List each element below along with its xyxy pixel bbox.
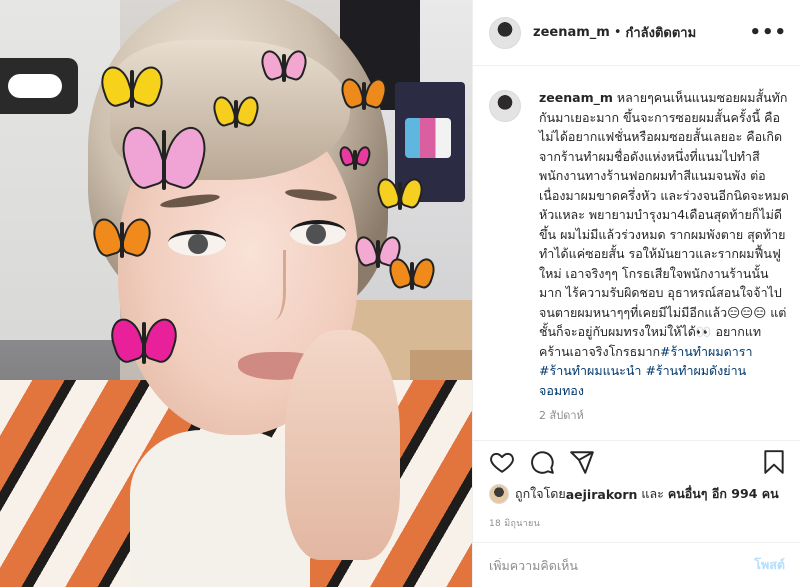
- comment-input[interactable]: [489, 557, 755, 573]
- comment-form: โพสต์: [473, 542, 800, 587]
- caption-text: zeenam_m หลายๆคนเห็นแนมซอยผมสั้นทักกันมา…: [539, 88, 789, 400]
- caption-author-avatar[interactable]: [489, 90, 521, 122]
- person-nose: [256, 250, 286, 320]
- heart-icon[interactable]: [489, 449, 515, 475]
- caption-body: หลายๆคนเห็นแนมซอยผมสั้นทักกันมาเยอะมาก ข…: [539, 90, 789, 359]
- action-bar: [473, 440, 800, 484]
- caption-section: zeenam_m หลายๆคนเห็นแนมซอยผมสั้นทักกันมา…: [473, 82, 800, 432]
- post-date[interactable]: 18 มิถุนายน: [489, 516, 540, 530]
- likes-summary: ถูกใจโดย aejirakorn และ คนอื่นๆ อีก 994 …: [489, 484, 779, 504]
- butterfly-sticker: [337, 144, 373, 172]
- hashtag-link[interactable]: #ร้านทำผมแนะนำ: [539, 363, 641, 378]
- butterfly-sticker: [105, 314, 183, 368]
- butterfly-sticker: [385, 255, 439, 294]
- share-icon[interactable]: [569, 449, 595, 475]
- post-sidebar: zeenam_m • กำลังติดตาม ••• zeenam_m หลาย…: [472, 0, 800, 587]
- likes-prefix: ถูกใจโดย: [515, 486, 566, 501]
- butterfly-sticker: [88, 214, 156, 262]
- poster-logo: [405, 118, 451, 158]
- separator-dot: •: [613, 25, 622, 40]
- butterfly-sticker: [209, 93, 263, 132]
- post-comment-button[interactable]: โพสต์: [754, 555, 785, 575]
- person-hand: [285, 330, 400, 560]
- hashtag-link[interactable]: #ร้านทำผมดารา: [660, 344, 752, 359]
- post-header: zeenam_m • กำลังติดตาม •••: [473, 0, 800, 66]
- comment-time-ago[interactable]: 2 สัปดาห์: [539, 406, 584, 424]
- sign-cloud-shape: [8, 74, 62, 98]
- comment-icon[interactable]: [529, 449, 555, 475]
- more-options-icon[interactable]: •••: [749, 22, 787, 43]
- caption-username[interactable]: zeenam_m: [539, 90, 613, 105]
- likes-and: และ: [637, 486, 668, 501]
- butterfly-sticker: [337, 75, 391, 114]
- author-username[interactable]: zeenam_m: [533, 25, 610, 40]
- bookmark-icon[interactable]: [761, 449, 787, 475]
- butterfly-sticker: [96, 62, 168, 112]
- likes-others-link[interactable]: คนอื่นๆ อีก 994 คน: [668, 484, 779, 504]
- author-avatar[interactable]: [489, 16, 521, 49]
- following-button[interactable]: กำลังติดตาม: [626, 22, 697, 43]
- person-iris-left: [188, 234, 208, 254]
- butterfly-sticker: [115, 121, 213, 196]
- person-iris-right: [306, 224, 326, 244]
- post-photo[interactable]: [0, 0, 472, 587]
- butterfly-sticker: [373, 175, 427, 214]
- liker-username[interactable]: aejirakorn: [566, 487, 638, 502]
- person-shirt-collar: [130, 430, 310, 587]
- liker-avatar[interactable]: [489, 484, 509, 504]
- butterfly-sticker: [257, 47, 311, 86]
